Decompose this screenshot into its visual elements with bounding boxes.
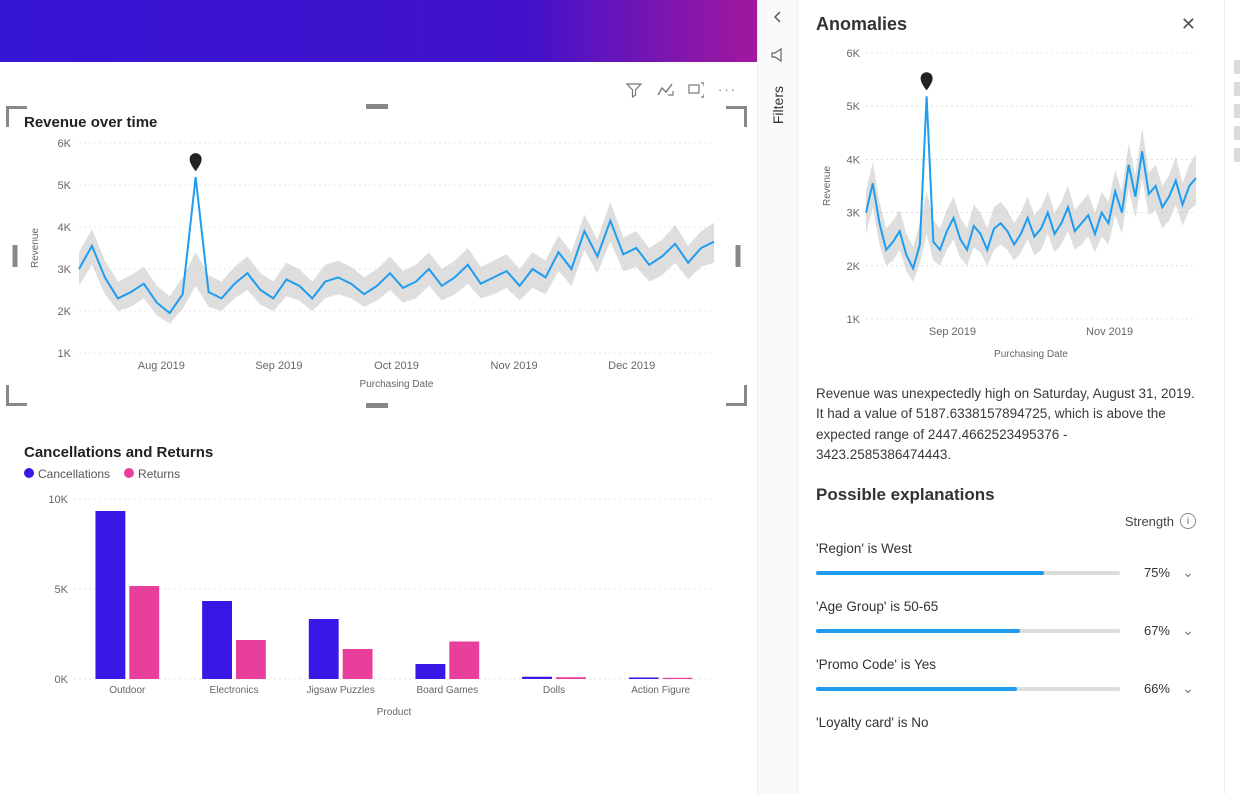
svg-text:Sep 2019: Sep 2019 xyxy=(929,326,976,338)
filters-rail: Filters xyxy=(757,0,797,794)
resize-handle[interactable] xyxy=(736,245,741,267)
chevron-down-icon[interactable]: ⌄ xyxy=(1180,622,1196,639)
legend-cancellations: Cancellations xyxy=(38,467,110,481)
svg-text:5K: 5K xyxy=(58,180,72,192)
svg-text:5K: 5K xyxy=(55,584,69,596)
cancellations-bar-chart: 0K 5K 10K Outdoor Electronics Jigsaw Puzzles B… xyxy=(24,491,724,721)
anomaly-mini-chart: 1K 2K 3K 4K 5K 6K Sep 2019 Nov 2019 Purchasing D… xyxy=(816,45,1206,365)
svg-text:Dec 2019: Dec 2019 xyxy=(608,360,655,372)
svg-text:Outdoor: Outdoor xyxy=(109,685,146,696)
strength-bar xyxy=(816,687,1120,691)
resize-handle[interactable] xyxy=(366,104,388,109)
explanation-label: 'Promo Code' is Yes xyxy=(816,657,1196,672)
svg-text:Action Figure: Action Figure xyxy=(631,685,690,696)
strength-percent: 75% xyxy=(1130,565,1170,580)
svg-text:6K: 6K xyxy=(58,138,72,150)
strength-header: Strength i xyxy=(816,513,1196,529)
svg-text:Revenue: Revenue xyxy=(30,228,41,268)
svg-text:0K: 0K xyxy=(55,674,69,686)
svg-text:3K: 3K xyxy=(847,208,861,220)
svg-text:1K: 1K xyxy=(58,348,72,360)
drill-mode-icon[interactable] xyxy=(656,82,674,101)
legend-returns: Returns xyxy=(138,467,180,481)
cancellations-chart-title: Cancellations and Returns xyxy=(24,444,729,461)
filters-label[interactable]: Filters xyxy=(770,86,786,124)
close-icon[interactable]: ✕ xyxy=(1181,14,1196,35)
svg-text:Nov 2019: Nov 2019 xyxy=(1086,326,1133,338)
visual-toolbar: ··· xyxy=(626,82,737,101)
svg-text:Electronics: Electronics xyxy=(210,685,259,696)
filter-icon[interactable] xyxy=(626,82,642,101)
svg-text:Revenue: Revenue xyxy=(822,166,833,206)
possible-explanations-heading: Possible explanations xyxy=(816,485,1196,505)
svg-text:4K: 4K xyxy=(58,222,72,234)
svg-text:Purchasing Date: Purchasing Date xyxy=(360,379,434,390)
chevron-down-icon[interactable]: ⌄ xyxy=(1180,680,1196,697)
svg-text:3K: 3K xyxy=(58,264,72,276)
svg-text:4K: 4K xyxy=(847,154,861,166)
explanation-label: 'Region' is West xyxy=(816,541,1196,556)
strength-percent: 67% xyxy=(1130,623,1170,638)
collapse-filters-icon[interactable] xyxy=(771,10,785,27)
resize-handle[interactable] xyxy=(366,403,388,408)
chevron-down-icon[interactable]: ⌄ xyxy=(1180,564,1196,581)
svg-text:Product: Product xyxy=(377,707,412,718)
anomaly-description: Revenue was unexpectedly high on Saturda… xyxy=(816,384,1196,465)
right-pane-rail xyxy=(1224,0,1248,794)
svg-text:5K: 5K xyxy=(847,101,861,113)
info-icon[interactable]: i xyxy=(1180,513,1196,529)
revenue-line-chart: 1K 2K 3K 4K 5K 6K Aug 2019 Sep 2019 Oct 2019 Nov … xyxy=(24,133,724,393)
strength-label: Strength xyxy=(1125,514,1174,529)
svg-text:10K: 10K xyxy=(48,494,68,506)
svg-text:Purchasing Date: Purchasing Date xyxy=(994,349,1068,360)
resize-handle[interactable] xyxy=(13,245,18,267)
explanation-item[interactable]: 'Loyalty card' is No xyxy=(816,715,1196,730)
svg-text:Oct 2019: Oct 2019 xyxy=(374,360,419,372)
svg-text:Board Games: Board Games xyxy=(416,685,478,696)
svg-text:2K: 2K xyxy=(847,261,861,273)
focus-mode-icon[interactable] xyxy=(688,82,704,101)
explanation-label: 'Age Group' is 50-65 xyxy=(816,599,1196,614)
svg-text:2K: 2K xyxy=(58,306,72,318)
svg-text:Nov 2019: Nov 2019 xyxy=(491,360,538,372)
svg-text:Jigsaw Puzzles: Jigsaw Puzzles xyxy=(306,685,374,696)
strength-bar xyxy=(816,629,1120,633)
cancellations-visual[interactable]: Cancellations and Returns Cancellations … xyxy=(6,436,747,734)
explanation-label: 'Loyalty card' is No xyxy=(816,715,1196,730)
explanation-item[interactable]: 'Promo Code' is Yes 66% ⌄ xyxy=(816,657,1196,697)
bar-chart-legend: Cancellations Returns xyxy=(24,467,729,481)
svg-text:Aug 2019: Aug 2019 xyxy=(138,360,185,372)
strength-percent: 66% xyxy=(1130,681,1170,696)
report-canvas: ··· Revenue over time 1K 2K 3K 4K 5K 6K Aug 20… xyxy=(0,0,757,794)
svg-text:Sep 2019: Sep 2019 xyxy=(255,360,302,372)
report-header-banner xyxy=(0,0,757,62)
explanation-item[interactable]: 'Region' is West 75% ⌄ xyxy=(816,541,1196,581)
strength-bar xyxy=(816,571,1120,575)
revenue-visual[interactable]: ··· Revenue over time 1K2K3K4K5K6KAug 20… xyxy=(6,106,747,406)
more-options-icon[interactable]: ··· xyxy=(718,82,737,101)
anomalies-panel: Anomalies ✕ 1K 2K 3K 4K 5K 6K Sep 2019 Nov 2019… xyxy=(797,0,1224,794)
revenue-chart-title: Revenue over time xyxy=(24,114,729,131)
explanation-item[interactable]: 'Age Group' is 50-65 67% ⌄ xyxy=(816,599,1196,639)
anomalies-title: Anomalies xyxy=(816,14,907,35)
announce-icon[interactable] xyxy=(770,47,786,66)
svg-text:Dolls: Dolls xyxy=(543,685,565,696)
svg-text:1K: 1K xyxy=(847,314,861,326)
svg-text:6K: 6K xyxy=(847,48,861,60)
